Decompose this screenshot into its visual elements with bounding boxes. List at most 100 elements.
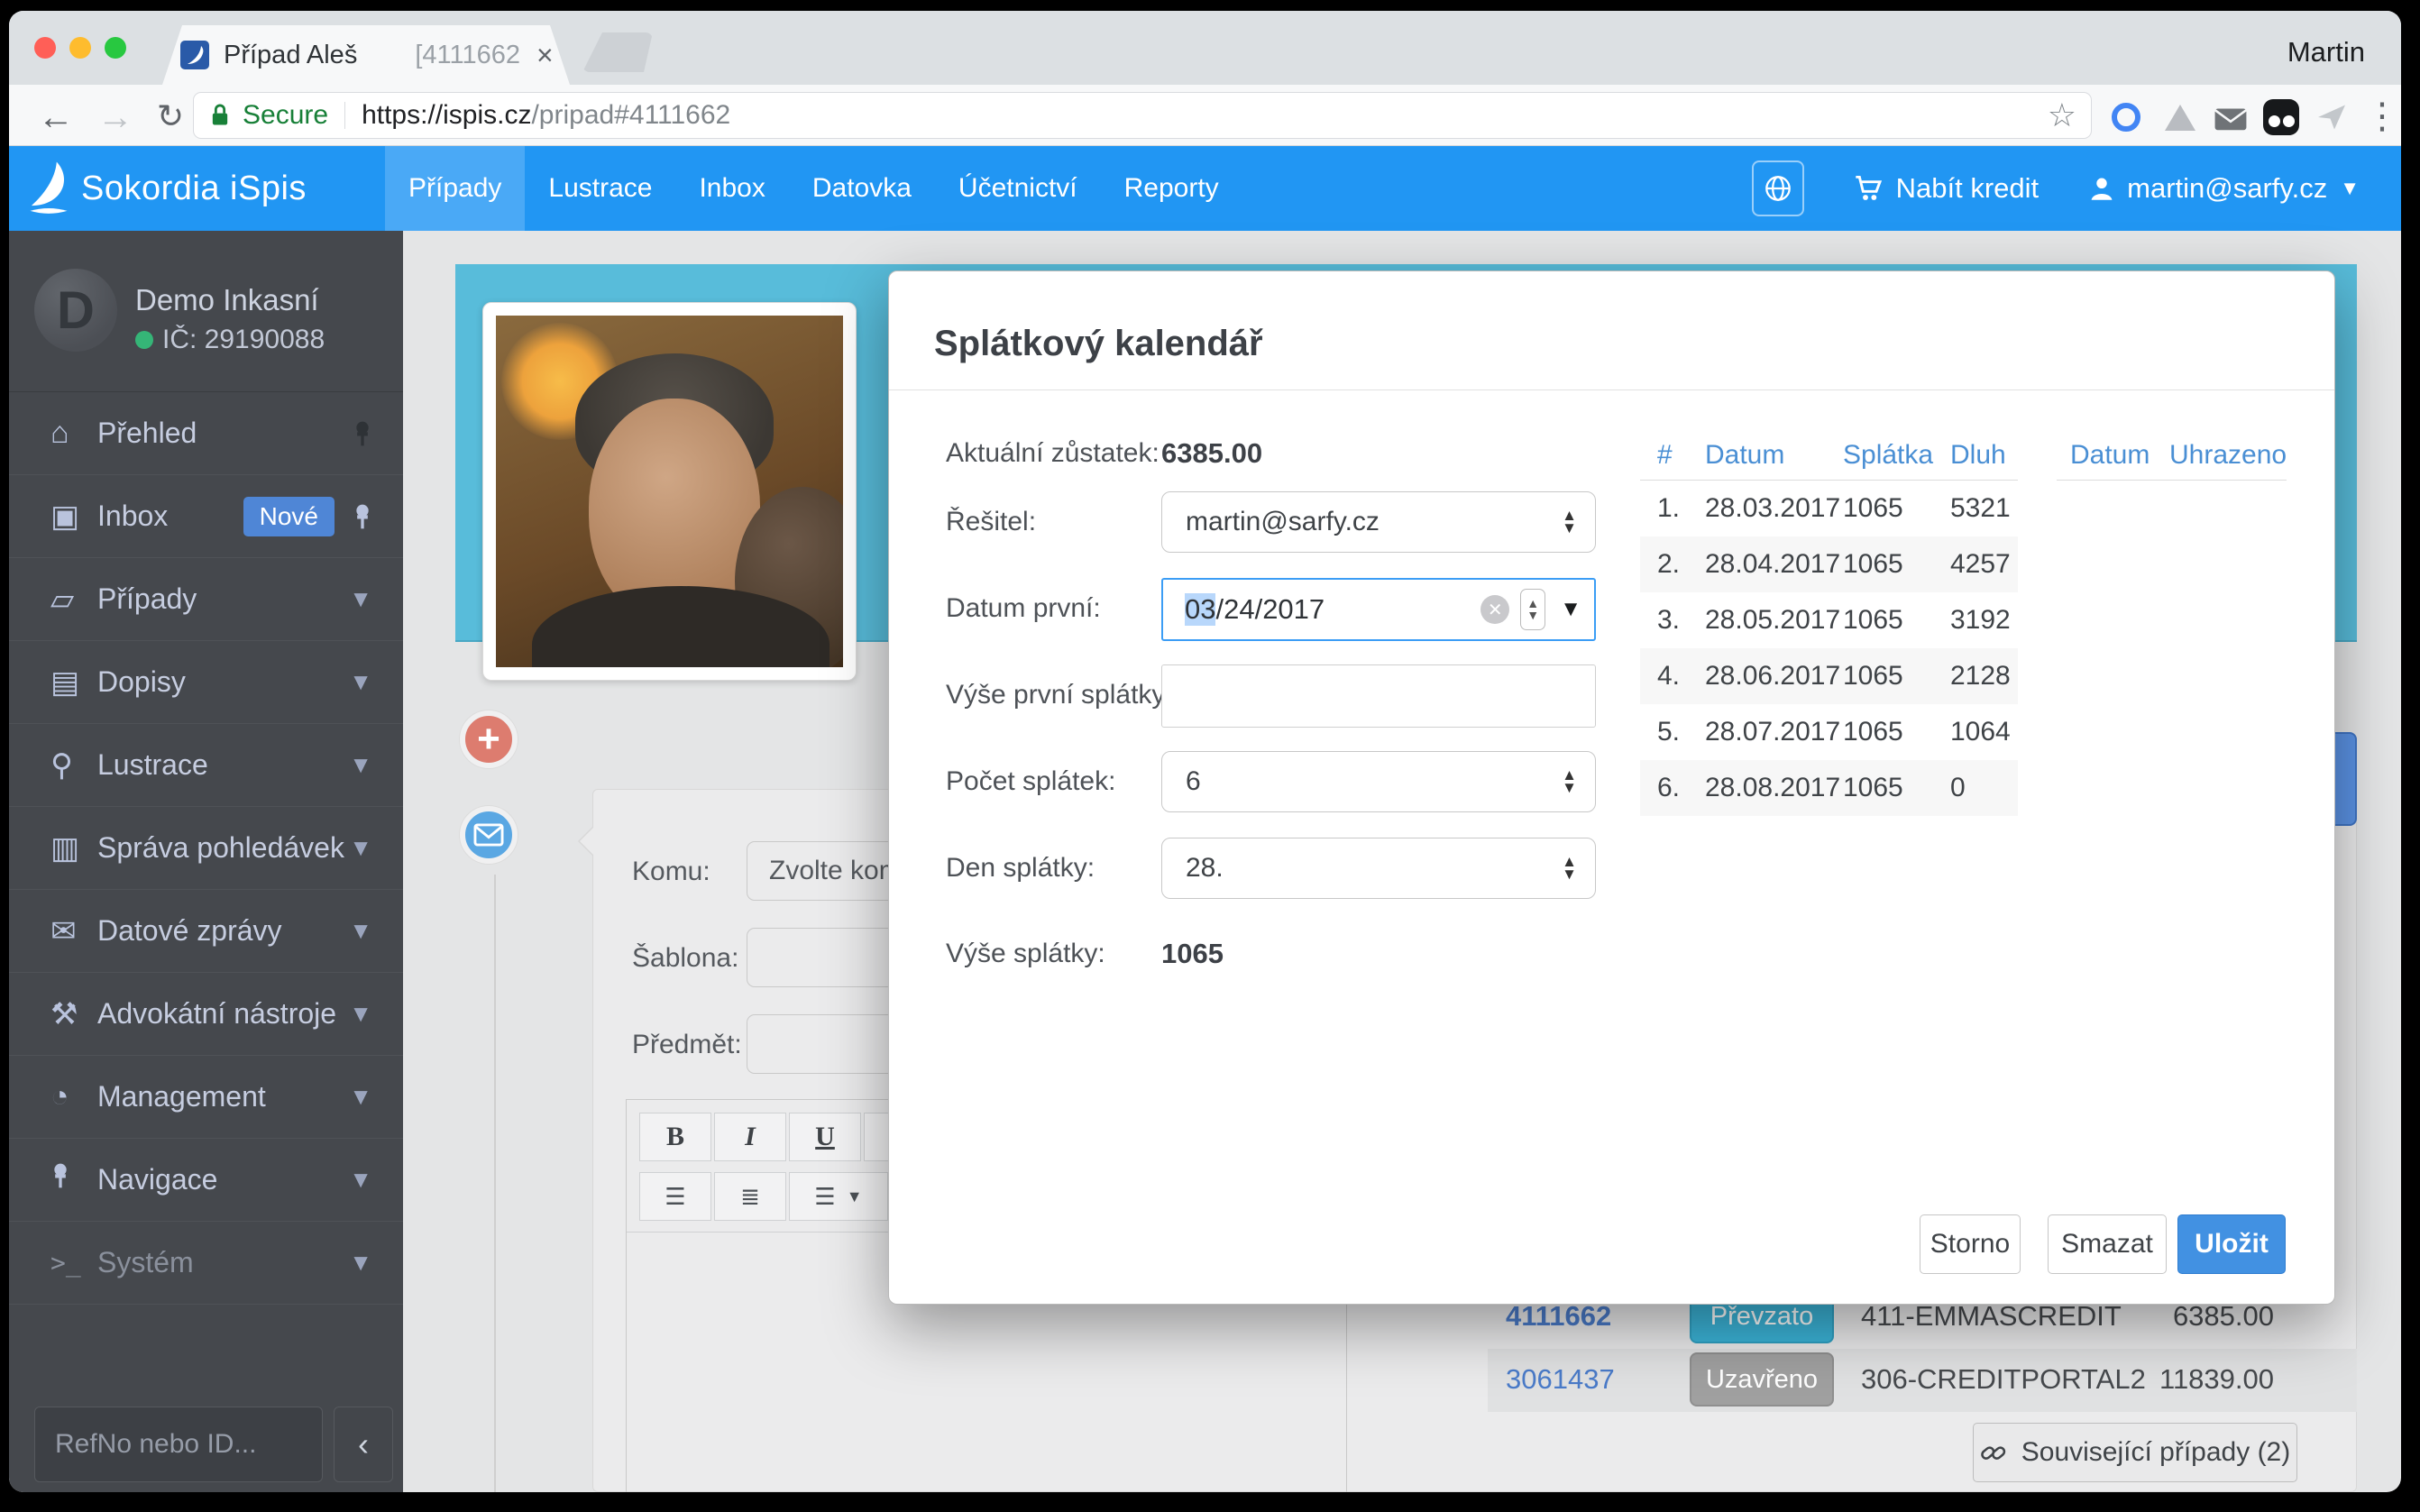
tab-close-icon[interactable]: × <box>536 39 554 72</box>
compose-message-button[interactable] <box>460 806 518 864</box>
solver-select[interactable]: martin@sarfy.cz ▲▼ <box>1161 491 1596 553</box>
browser-tab[interactable]: Případ Aleš [4111662 × <box>162 25 570 85</box>
underline-button[interactable]: U <box>789 1113 861 1161</box>
stepper-icon[interactable]: ▲▼ <box>1520 589 1545 630</box>
gavel-icon: ⚒ <box>50 996 97 1032</box>
extension-plane-icon[interactable] <box>2314 99 2350 135</box>
modal-divider <box>889 389 2334 390</box>
related-cases-button[interactable]: Související případy (2) <box>1973 1423 2297 1482</box>
numbered-list-icon[interactable]: ≣ <box>714 1172 786 1221</box>
user-menu[interactable]: martin@sarfy.cz ▼ <box>2089 172 2360 205</box>
link-icon <box>1980 1439 2007 1466</box>
cancel-button[interactable]: Storno <box>1920 1214 2021 1274</box>
nav-item-inbox[interactable]: Inbox <box>675 146 788 231</box>
nav-item-ucetnictvi[interactable]: Účetnictví <box>935 146 1101 231</box>
nav-item-reporty[interactable]: Reporty <box>1101 146 1242 231</box>
url-path: /pripad#4111662 <box>531 100 730 131</box>
language-button[interactable] <box>1752 160 1804 216</box>
calendar-dropdown-icon[interactable]: ▼ <box>1560 597 1581 622</box>
select-spinner-icon: ▲▼ <box>1562 769 1577 794</box>
bold-button[interactable]: B <box>639 1113 711 1161</box>
col-header[interactable]: Dluh <box>1950 440 2035 471</box>
count-select[interactable]: 6 ▲▼ <box>1161 751 1596 812</box>
site-favicon-icon <box>180 41 209 69</box>
sidebar-item-dopisy[interactable]: ▤ Dopisy ▼ <box>9 641 403 724</box>
table-row: 6.28.08.201710650 <box>1640 760 2018 816</box>
col-header[interactable]: Splátka <box>1843 440 1950 471</box>
sidebar-item-system[interactable]: >_ Systém ▼ <box>9 1222 403 1305</box>
browser-menu-icon[interactable]: ⋮ <box>2364 96 2400 137</box>
add-event-button[interactable]: + <box>460 710 518 768</box>
case-link[interactable]: 4111662 <box>1506 1300 1611 1333</box>
table-row: 4.28.06.201710652128 <box>1640 648 2018 704</box>
sidebar-item-advokatni-nastroje[interactable]: ⚒ Advokátní nástroje ▼ <box>9 973 403 1056</box>
browser-profile-name[interactable]: Martin <box>2287 36 2365 69</box>
chevron-down-icon: ▼ <box>349 1166 372 1194</box>
minimize-window-button[interactable] <box>69 37 91 59</box>
sidebar-item-lustrace[interactable]: ⚲ Lustrace ▼ <box>9 724 403 807</box>
first-amount-input[interactable] <box>1161 664 1596 728</box>
col-header[interactable]: # <box>1657 440 1705 471</box>
credit-button[interactable]: Nabít kredit <box>1855 172 2040 205</box>
delete-button[interactable]: Smazat <box>2048 1214 2167 1274</box>
status-dot <box>135 331 153 349</box>
first-date-label: Datum první: <box>946 593 1101 624</box>
user-email: martin@sarfy.cz <box>2127 172 2327 205</box>
sidebar-collapse-button[interactable]: ‹ <box>334 1407 393 1482</box>
pushpin-icon <box>50 1162 97 1197</box>
extension-inbox-icon[interactable] <box>2213 99 2249 135</box>
sidebar-item-datove-zpravy[interactable]: ✉ Datové zprávy ▼ <box>9 890 403 973</box>
date-rest: /24/2017 <box>1215 593 1325 626</box>
sidebar-menu: ⌂ Přehled ▣ Inbox Nové ▱ Případy ▼ ▤ Dop… <box>9 391 403 1305</box>
reload-icon[interactable]: ↻ <box>157 97 184 135</box>
pin-icon[interactable] <box>353 503 372 530</box>
payment-calendar-modal: Splátkový kalendář Aktuální zůstatek: 63… <box>888 270 2335 1305</box>
case-amount: 6385.00 <box>2173 1300 2274 1333</box>
day-select[interactable]: 28. ▲▼ <box>1161 838 1596 899</box>
sail-logo-icon <box>29 160 69 216</box>
sidebar: D Demo Inkasní IČ: 29190088 ⌂ Přehled ▣ … <box>9 231 403 1492</box>
case-link[interactable]: 3061437 <box>1506 1363 1615 1396</box>
sidebar-item-sprava-pohledavek[interactable]: ▥ Správa pohledávek ▼ <box>9 807 403 890</box>
select-spinner-icon: ▲▼ <box>1562 856 1577 881</box>
url-host: https://ispis.cz <box>362 100 531 131</box>
nav-item-datovka[interactable]: Datovka <box>789 146 935 231</box>
case-name: 306-CREDITPORTAL2 <box>1861 1363 2146 1396</box>
col-header[interactable]: Datum <box>2070 440 2169 471</box>
address-bar[interactable]: Secure https://ispis.cz /pripad#4111662 … <box>193 92 2092 139</box>
new-badge: Nové <box>243 497 335 536</box>
zoom-window-button[interactable] <box>105 37 126 59</box>
paid-header: Datum Uhrazeno <box>2057 431 2300 480</box>
bookmark-star-icon[interactable]: ☆ <box>2048 96 2076 134</box>
extension-sync-icon[interactable] <box>2108 99 2144 135</box>
italic-button[interactable]: I <box>714 1113 786 1161</box>
pin-icon[interactable] <box>353 420 372 447</box>
forward-icon: → <box>97 97 133 138</box>
extension-drive-icon[interactable] <box>2162 99 2198 135</box>
app-navbar: Sokordia iSpis Případy Lustrace Inbox Da… <box>9 146 2401 231</box>
sidebar-item-navigace[interactable]: Navigace ▼ <box>9 1139 403 1222</box>
status-badge: Uzavřeno <box>1690 1352 1834 1407</box>
refno-search-input[interactable] <box>34 1407 323 1482</box>
sidebar-item-inbox[interactable]: ▣ Inbox Nové <box>9 475 403 558</box>
sidebar-item-pripady[interactable]: ▱ Případy ▼ <box>9 558 403 641</box>
first-date-input[interactable]: 03/24/2017 ✕ ▲▼ ▼ <box>1161 578 1596 641</box>
align-dropdown[interactable]: ☰▼ <box>789 1172 888 1221</box>
col-header[interactable]: Uhrazeno <box>2169 440 2300 471</box>
solver-label: Řešitel: <box>946 507 1036 537</box>
back-icon[interactable]: ← <box>38 97 74 138</box>
lightbulb-icon: ⚲ <box>50 747 97 783</box>
sidebar-item-prehled[interactable]: ⌂ Přehled <box>9 392 403 475</box>
app-logo[interactable]: Sokordia iSpis <box>29 160 385 216</box>
close-window-button[interactable] <box>34 37 56 59</box>
org-avatar[interactable]: D <box>34 269 117 352</box>
nav-item-lustrace[interactable]: Lustrace <box>525 146 675 231</box>
save-button[interactable]: Uložit <box>2177 1214 2286 1274</box>
bullet-list-icon[interactable]: ☰ <box>639 1172 711 1221</box>
clear-icon[interactable]: ✕ <box>1480 595 1509 624</box>
table-row: 2.28.04.201710654257 <box>1640 536 2018 592</box>
nav-item-pripady[interactable]: Případy <box>385 146 525 231</box>
extension-pocket-icon[interactable] <box>2263 99 2299 135</box>
sidebar-item-management[interactable]: ◔ Management ▼ <box>9 1056 403 1139</box>
col-header[interactable]: Datum <box>1705 440 1843 471</box>
